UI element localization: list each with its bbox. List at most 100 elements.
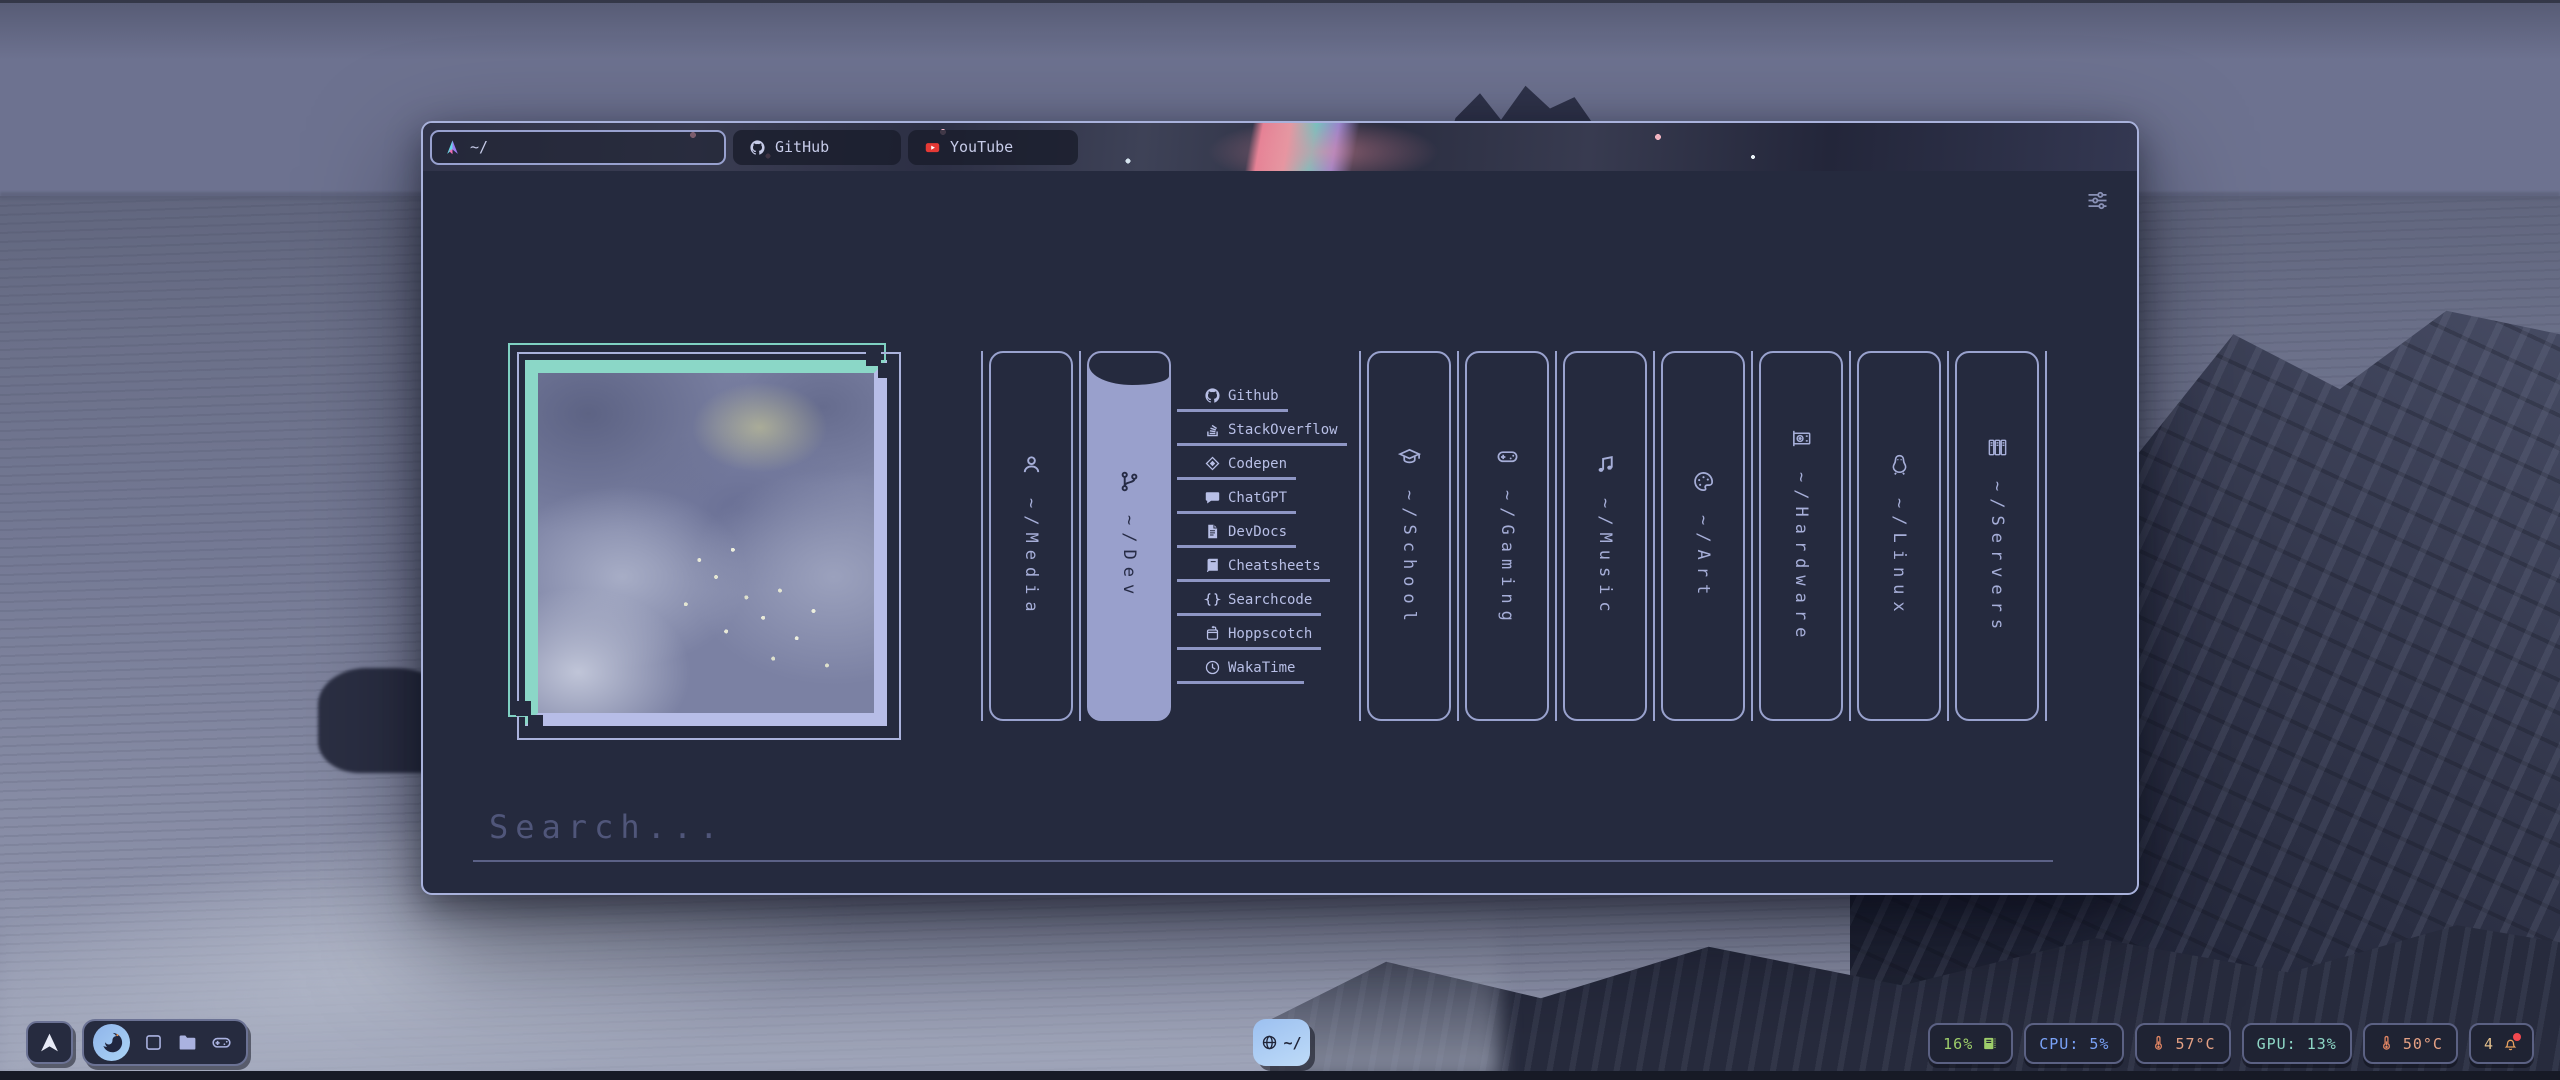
book-gaming[interactable]: ~/Gaming xyxy=(1465,351,1549,721)
tab-bar: ~/ GitHub YouTube xyxy=(423,123,2137,171)
book-school[interactable]: ~/School xyxy=(1367,351,1451,721)
gpu-icon xyxy=(1790,427,1813,450)
link-label: DevDocs xyxy=(1228,524,1287,540)
link-label: Codepen xyxy=(1228,456,1287,472)
cpu-usage-widget[interactable]: CPU: 5% xyxy=(2024,1023,2124,1064)
shelf-separator xyxy=(1079,351,1081,721)
shelf-separator xyxy=(1555,351,1557,721)
book-label: ~/Hardware xyxy=(1791,472,1811,644)
wallpaper-top-line xyxy=(0,0,2560,3)
sliders-icon[interactable] xyxy=(2084,187,2111,214)
frame-corner-square xyxy=(516,701,531,716)
folder-icon[interactable] xyxy=(177,1032,198,1053)
book-music[interactable]: ~/Music xyxy=(1563,351,1647,721)
book-label: ~/Art xyxy=(1693,515,1713,601)
codepen-icon xyxy=(1204,455,1221,472)
book-label: ~/Music xyxy=(1595,498,1615,619)
stackoverflow-icon xyxy=(1204,421,1221,438)
notification-count: 4 xyxy=(2484,1035,2494,1053)
thermometer-icon xyxy=(2378,1035,2395,1052)
music-note-icon xyxy=(1594,453,1617,476)
github-icon xyxy=(749,139,766,156)
braces-icon xyxy=(1204,591,1221,608)
notifications-widget[interactable]: 4 xyxy=(2469,1023,2534,1064)
book-label: ~/Servers xyxy=(1987,481,2007,636)
ram-icon xyxy=(1981,1035,1998,1052)
book-hardware[interactable]: ~/Hardware xyxy=(1759,351,1843,721)
link-label: Searchcode xyxy=(1228,592,1312,608)
youtube-icon xyxy=(924,139,941,156)
dock xyxy=(82,1019,248,1066)
shelf-separator xyxy=(1947,351,1949,721)
link-cheatsheets[interactable]: Cheatsheets xyxy=(1177,557,1330,582)
gamepad-icon xyxy=(1496,445,1519,468)
ram-usage-widget[interactable]: 16% xyxy=(1928,1023,2013,1064)
shelf-separator xyxy=(981,351,983,721)
link-devdocs[interactable]: DevDocs xyxy=(1177,523,1296,548)
cpu-temp-widget[interactable]: 57°C xyxy=(2135,1023,2230,1064)
ram-usage-value: 16% xyxy=(1943,1035,1973,1053)
tab-label: GitHub xyxy=(775,138,829,156)
shelf-separator xyxy=(1849,351,1851,721)
firefox-icon xyxy=(99,1030,124,1055)
link-stackoverflow[interactable]: StackOverflow xyxy=(1177,421,1347,446)
link-label: Hoppscotch xyxy=(1228,626,1312,642)
graduation-cap-icon xyxy=(1398,445,1421,468)
active-window-button[interactable]: ~/ xyxy=(1253,1019,1310,1066)
dock-item-firefox[interactable] xyxy=(93,1024,130,1061)
terminal-icon[interactable] xyxy=(143,1032,164,1053)
link-hoppscotch[interactable]: Hoppscotch xyxy=(1177,625,1321,650)
arch-icon xyxy=(38,1031,61,1054)
book-art[interactable]: ~/Art xyxy=(1661,351,1745,721)
shelf-separator xyxy=(1653,351,1655,721)
book-label: ~/School xyxy=(1399,490,1419,628)
document-icon xyxy=(1204,523,1221,540)
book-label: ~/Linux xyxy=(1889,498,1909,619)
book-linux[interactable]: ~/Linux xyxy=(1857,351,1941,721)
book-label: ~/Dev xyxy=(1119,515,1139,601)
book-servers[interactable]: ~/Servers xyxy=(1955,351,2039,721)
user-icon xyxy=(1020,453,1043,476)
link-chatgpt[interactable]: ChatGPT xyxy=(1177,489,1296,514)
address-bar[interactable]: ~/ xyxy=(430,130,726,165)
search-placeholder: Search... xyxy=(489,808,725,846)
active-window-label: ~/ xyxy=(1283,1034,1301,1052)
tab-github[interactable]: GitHub xyxy=(733,130,901,165)
bell-icon xyxy=(2502,1035,2519,1052)
link-searchcode[interactable]: Searchcode xyxy=(1177,591,1321,616)
link-label: ChatGPT xyxy=(1228,490,1287,506)
server-icon xyxy=(1986,436,2009,459)
gpu-temp-widget[interactable]: 50°C xyxy=(2363,1023,2458,1064)
link-label: Cheatsheets xyxy=(1228,558,1321,574)
penguin-icon xyxy=(1888,453,1911,476)
palette-icon xyxy=(1692,470,1715,493)
book-dev-open[interactable]: ~/Dev xyxy=(1087,351,1171,721)
desktop: ~/ GitHub YouTube xyxy=(0,0,2560,1080)
notification-badge-dot xyxy=(2513,1033,2521,1041)
link-codepen[interactable]: Codepen xyxy=(1177,455,1296,480)
link-github[interactable]: Github xyxy=(1177,387,1288,412)
window-body: ~/Media ~/Dev Github StackOverflow xyxy=(423,171,2137,895)
cloud-painting xyxy=(525,360,887,726)
search-input[interactable]: Search... xyxy=(473,808,2053,862)
tab-youtube[interactable]: YouTube xyxy=(908,130,1078,165)
book-media[interactable]: ~/Media xyxy=(989,351,1073,721)
launcher-button[interactable] xyxy=(26,1021,73,1064)
dev-links-list: Github StackOverflow Codepen ChatGPT xyxy=(1177,387,1359,721)
bookshelf: ~/Media ~/Dev Github StackOverflow xyxy=(981,351,2047,721)
shelf-separator xyxy=(2045,351,2047,721)
link-label: Github xyxy=(1228,388,1279,404)
gpu-usage-widget[interactable]: GPU: 13% xyxy=(2242,1023,2352,1064)
hoppscotch-icon xyxy=(1204,625,1221,642)
link-label: WakaTime xyxy=(1228,660,1295,676)
gamepad-icon[interactable] xyxy=(211,1032,232,1053)
wallpaper-top-shade xyxy=(0,0,2560,60)
frame-corner-square xyxy=(528,715,543,730)
git-branch-icon xyxy=(1118,470,1141,493)
address-text: ~/ xyxy=(470,138,488,156)
link-wakatime[interactable]: WakaTime xyxy=(1177,659,1304,684)
book-icon xyxy=(1204,557,1221,574)
shelf-separator xyxy=(1751,351,1753,721)
tab-label: YouTube xyxy=(950,138,1013,156)
artwork-frame xyxy=(508,343,908,747)
